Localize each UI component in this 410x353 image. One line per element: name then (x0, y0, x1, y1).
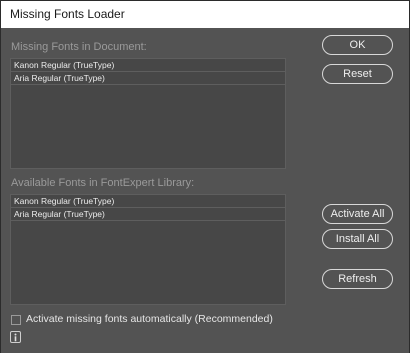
info-icon[interactable] (10, 331, 21, 343)
missing-font-list-item[interactable]: Kanon Regular (TrueType) (11, 59, 285, 72)
missing-fonts-list[interactable]: Kanon Regular (TrueType) Aria Regular (Tr… (10, 58, 286, 169)
available-fonts-list[interactable]: Kanon Regular (TrueType) Aria Regular (Tr… (10, 194, 286, 305)
auto-activate-checkbox[interactable] (11, 315, 21, 325)
available-fonts-label: Available Fonts in FontExpert Library: (11, 177, 195, 189)
title-bar: Missing Fonts Loader (1, 1, 409, 28)
refresh-button[interactable]: Refresh (322, 269, 393, 289)
missing-font-list-item[interactable]: Aria Regular (TrueType) (11, 72, 285, 85)
auto-activate-label[interactable]: Activate missing fonts automatically (Re… (26, 313, 273, 325)
dialog-window: Missing Fonts Loader Missing Fonts in Do… (0, 0, 410, 353)
activate-all-button[interactable]: Activate All (322, 204, 393, 224)
info-glyph-icon (14, 333, 17, 341)
reset-button[interactable]: Reset (322, 64, 393, 84)
dialog-body: Missing Fonts in Document: Kanon Regular… (1, 28, 409, 353)
available-font-list-item[interactable]: Kanon Regular (TrueType) (11, 195, 285, 208)
available-font-list-item[interactable]: Aria Regular (TrueType) (11, 208, 285, 221)
install-all-button[interactable]: Install All (322, 229, 393, 249)
window-title: Missing Fonts Loader (10, 7, 125, 21)
ok-button[interactable]: OK (322, 35, 393, 55)
missing-fonts-label: Missing Fonts in Document: (11, 41, 147, 53)
